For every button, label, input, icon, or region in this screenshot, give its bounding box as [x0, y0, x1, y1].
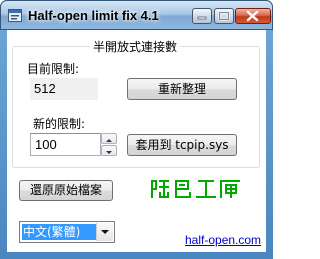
apply-button[interactable]: 套用到 tcpip.sys	[127, 134, 237, 156]
green-factory-logo	[151, 180, 240, 198]
new-limit-spinner[interactable]	[101, 133, 117, 156]
minimize-icon	[197, 16, 207, 20]
minimize-button[interactable]	[192, 8, 212, 24]
new-limit-input[interactable]	[30, 133, 101, 156]
restore-original-button[interactable]: 還原原始檔案	[19, 180, 113, 201]
close-button[interactable]	[235, 8, 271, 24]
current-limit-label: 目前限制:	[27, 62, 80, 76]
language-dropdown-button[interactable]	[96, 223, 113, 241]
language-select[interactable]: 中文(繁體)	[19, 221, 115, 243]
title-bar[interactable]: Half-open limit fix 4.1	[0, 0, 273, 30]
chevron-up-icon	[106, 139, 112, 142]
spin-down-button[interactable]	[101, 145, 117, 156]
app-icon	[8, 9, 22, 22]
chevron-down-icon	[101, 230, 109, 234]
window-title: Half-open limit fix 4.1	[28, 8, 159, 23]
group-title: 半開放式連接數	[90, 38, 181, 55]
maximize-icon	[218, 11, 230, 21]
chevron-down-icon	[106, 151, 112, 154]
current-limit-value: 512	[30, 78, 98, 100]
close-icon	[246, 10, 259, 22]
spin-up-button[interactable]	[101, 133, 117, 144]
refresh-button[interactable]: 重新整理	[127, 78, 237, 100]
website-link[interactable]: half-open.com	[185, 233, 261, 247]
new-limit-label: 新的限制:	[33, 117, 86, 131]
language-selected-value: 中文(繁體)	[22, 224, 97, 240]
maximize-button[interactable]	[214, 8, 234, 24]
